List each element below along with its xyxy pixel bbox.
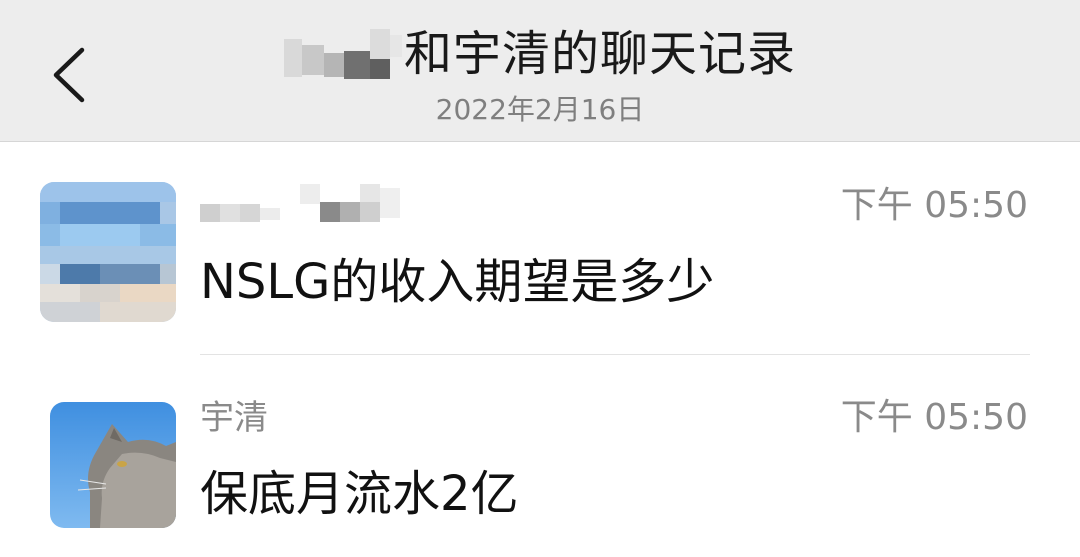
cat-avatar-image: [50, 402, 176, 528]
title-bar: 和宇清的聊天记录 2022年2月16日: [0, 0, 1080, 142]
message-item: 下午 05:50 NSLG的收入期望是多少: [0, 142, 1080, 354]
avatar[interactable]: [40, 182, 176, 322]
message-text[interactable]: NSLG的收入期望是多少: [200, 250, 714, 314]
chat-date: 2022年2月16日: [435, 93, 645, 126]
avatar[interactable]: [50, 402, 176, 528]
title-block: 和宇清的聊天记录 2022年2月16日: [0, 18, 1080, 130]
message-text[interactable]: 保底月流水2亿: [200, 462, 519, 526]
page-title: 和宇清的聊天记录: [403, 26, 796, 82]
redacted-sender-mosaic: [200, 182, 400, 226]
message-time: 下午 05:50: [840, 397, 1028, 438]
message-time: 下午 05:50: [840, 185, 1028, 226]
redacted-name-mosaic: [283, 23, 402, 85]
message-item: 宇清 下午 05:50 保底月流水2亿: [0, 354, 1080, 557]
sender-name: 宇清: [200, 398, 268, 438]
